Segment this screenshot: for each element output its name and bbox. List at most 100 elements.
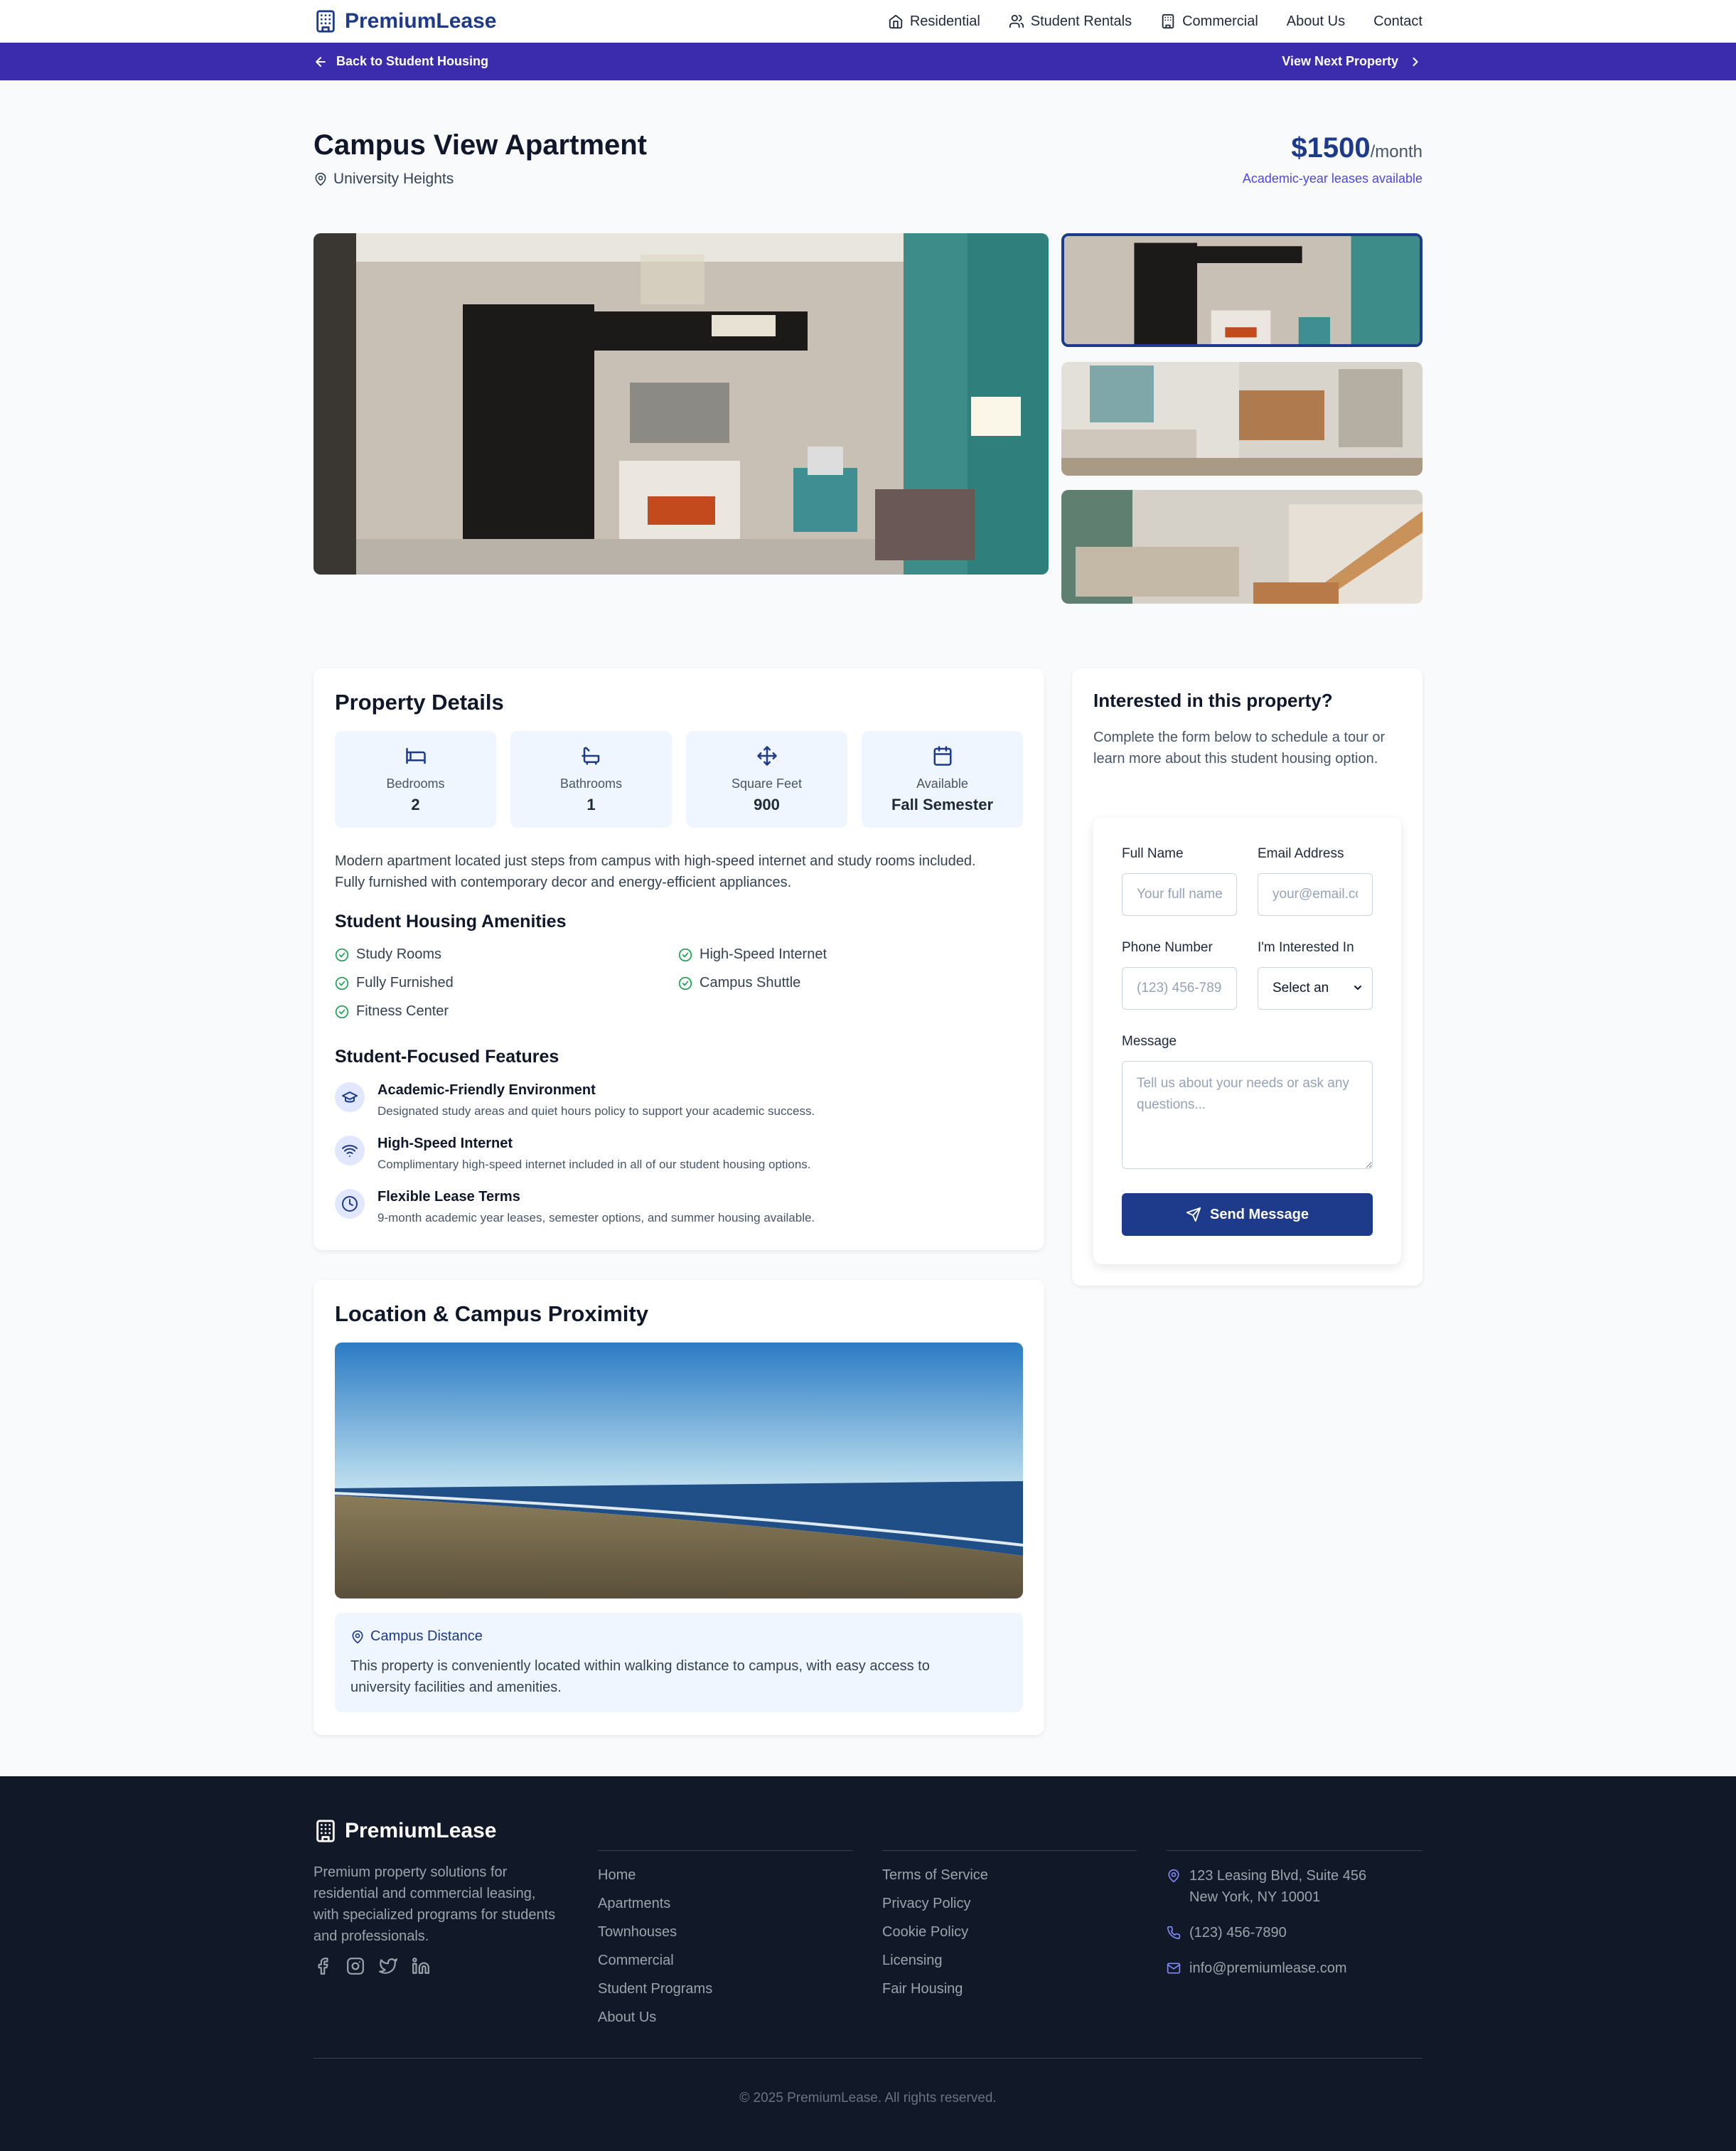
stat-bedrooms: Bedrooms 2 — [335, 731, 496, 828]
property-title: Campus View Apartment — [314, 129, 648, 161]
brand-logo[interactable]: PremiumLease — [314, 7, 496, 36]
send-message-label: Send Message — [1210, 1206, 1309, 1222]
main-nav: Residential Student Rentals Commercial A… — [888, 0, 1422, 43]
nav-commercial[interactable]: Commercial — [1160, 14, 1258, 30]
location-label: University Heights — [333, 171, 454, 187]
full-name-label: Full Name — [1122, 846, 1184, 861]
email-input[interactable] — [1258, 873, 1373, 916]
footer-links-legal: Terms of Service Privacy Policy Cookie P… — [882, 1850, 1137, 2007]
feature-icon-wrap — [335, 1082, 365, 1112]
footer-email[interactable]: info@premiumlease.com — [1167, 1958, 1422, 1979]
interest-select[interactable]: Select an — [1258, 967, 1373, 1010]
stat-bathrooms: Bathrooms 1 — [510, 731, 672, 828]
footer-link-commercial[interactable]: Commercial — [598, 1950, 852, 1979]
footer-phone[interactable]: (123) 456-7890 — [1167, 1922, 1422, 1943]
footer-link-privacy[interactable]: Privacy Policy — [882, 1894, 1137, 1922]
email-label: Email Address — [1258, 846, 1344, 861]
nav-label: About Us — [1286, 13, 1346, 29]
lounge-staircase-thumbnail — [1061, 490, 1422, 604]
footer-divider — [314, 2058, 1422, 2059]
copyright: © 2025 PremiumLease. All rights reserved… — [739, 2091, 997, 2105]
location-card: Location & Campus Proximity Campus Dista… — [314, 1280, 1044, 1735]
amenity-label: Fitness Center — [356, 1003, 449, 1019]
property-location: University Heights — [314, 171, 454, 188]
send-icon — [1186, 1207, 1201, 1222]
footer-link-about-us[interactable]: About Us — [598, 2007, 852, 2036]
footer-link-apartments[interactable]: Apartments — [598, 1894, 852, 1922]
price-unit: /month — [1370, 142, 1422, 161]
view-next-property-link[interactable]: View Next Property — [1282, 43, 1422, 80]
footer-brand-logo[interactable]: PremiumLease — [314, 1819, 496, 1843]
next-label: View Next Property — [1282, 54, 1398, 68]
nav-label: Residential — [909, 13, 980, 29]
gallery-thumbnail-2[interactable] — [1061, 362, 1422, 476]
location-photo — [335, 1343, 1023, 1598]
campus-distance-text: This property is conveniently located wi… — [350, 1658, 930, 1695]
inquiry-subtitle: Complete the form below to schedule a to… — [1093, 730, 1386, 767]
amenity-label: Fully Furnished — [356, 975, 454, 991]
full-name-input[interactable] — [1122, 873, 1237, 916]
amenity-item: Fitness Center — [335, 1003, 449, 1020]
stat-available: Available Fall Semester — [862, 731, 1023, 828]
main-property-photo[interactable] — [314, 233, 1049, 575]
facebook-icon[interactable] — [314, 1957, 332, 1975]
twitter-icon[interactable] — [379, 1957, 397, 1975]
property-details-card: Property Details Bedrooms 2 Bathrooms 1 … — [314, 668, 1044, 1250]
map-pin-icon — [1168, 1869, 1179, 1883]
message-textarea[interactable] — [1122, 1061, 1373, 1169]
map-pin-icon — [352, 1630, 363, 1643]
interest-label: I'm Interested In — [1258, 940, 1354, 955]
property-stats: Bedrooms 2 Bathrooms 1 Square Feet 900 A… — [335, 731, 1023, 828]
footer-link-townhouses[interactable]: Townhouses — [598, 1922, 852, 1950]
footer-link-licensing[interactable]: Licensing — [882, 1950, 1137, 1979]
property-subnav: Back to Student Housing View Next Proper… — [0, 43, 1736, 80]
amenity-item: Fully Furnished — [335, 975, 454, 991]
nav-label: Contact — [1373, 13, 1422, 29]
inquiry-card: Interested in this property? Complete th… — [1072, 668, 1422, 1286]
brand-name: PremiumLease — [345, 9, 497, 33]
nav-about-us[interactable]: About Us — [1287, 14, 1345, 30]
price-amount: $1500 — [1291, 132, 1371, 164]
top-navbar: PremiumLease Residential Student Rentals… — [0, 0, 1736, 43]
nav-student-rentals[interactable]: Student Rentals — [1009, 14, 1132, 30]
stat-value: 2 — [411, 795, 420, 813]
footer-link-home[interactable]: Home — [598, 1865, 852, 1894]
bed-icon — [405, 747, 426, 764]
phone-input[interactable] — [1122, 967, 1237, 1010]
building-logo-icon — [316, 10, 335, 33]
property-description: Modern apartment located just steps from… — [335, 853, 976, 890]
instagram-icon[interactable] — [346, 1957, 365, 1975]
check-circle-icon — [335, 976, 349, 990]
features-heading: Student-Focused Features — [335, 1047, 559, 1067]
check-circle-icon — [335, 948, 349, 961]
back-to-student-housing-link[interactable]: Back to Student Housing — [314, 43, 488, 80]
footer-address: 123 Leasing Blvd, Suite 456 New York, NY… — [1167, 1865, 1422, 1908]
property-price: $1500/month — [1291, 132, 1422, 164]
feature-description: Complimentary high-speed internet includ… — [377, 1158, 811, 1171]
calendar-icon — [933, 745, 951, 766]
users-icon — [1009, 14, 1024, 28]
footer-link-terms[interactable]: Terms of Service — [882, 1865, 1137, 1894]
phone-label: Phone Number — [1122, 940, 1213, 955]
living-room-thumbnail — [1064, 236, 1420, 344]
nav-residential[interactable]: Residential — [888, 14, 980, 30]
feature-title: Flexible Lease Terms — [377, 1189, 520, 1205]
gallery-thumbnail-3[interactable] — [1061, 490, 1422, 604]
footer-link-student-programs[interactable]: Student Programs — [598, 1979, 852, 2007]
linkedin-icon[interactable] — [412, 1957, 430, 1975]
price-note: Academic-year leases available — [1242, 171, 1422, 186]
feature-item: High-Speed Internet Complimentary high-s… — [335, 1136, 1003, 1178]
gallery-thumbnail-1[interactable] — [1061, 233, 1422, 347]
feature-icon-wrap — [335, 1136, 365, 1165]
nav-contact[interactable]: Contact — [1373, 14, 1422, 30]
footer-link-cookie[interactable]: Cookie Policy — [882, 1922, 1137, 1950]
send-message-button[interactable]: Send Message — [1122, 1193, 1373, 1236]
address-line-2: New York, NY 10001 — [1189, 1889, 1321, 1905]
stat-label: Available — [916, 776, 968, 791]
address-line-1: 123 Leasing Blvd, Suite 456 — [1189, 1868, 1367, 1884]
feature-item: Flexible Lease Terms 9-month academic ye… — [335, 1189, 1003, 1232]
amenity-label: Study Rooms — [356, 946, 442, 962]
footer-link-fair-housing[interactable]: Fair Housing — [882, 1979, 1137, 2007]
feature-description: Designated study areas and quiet hours p… — [377, 1104, 815, 1118]
stat-label: Square Feet — [731, 776, 803, 791]
